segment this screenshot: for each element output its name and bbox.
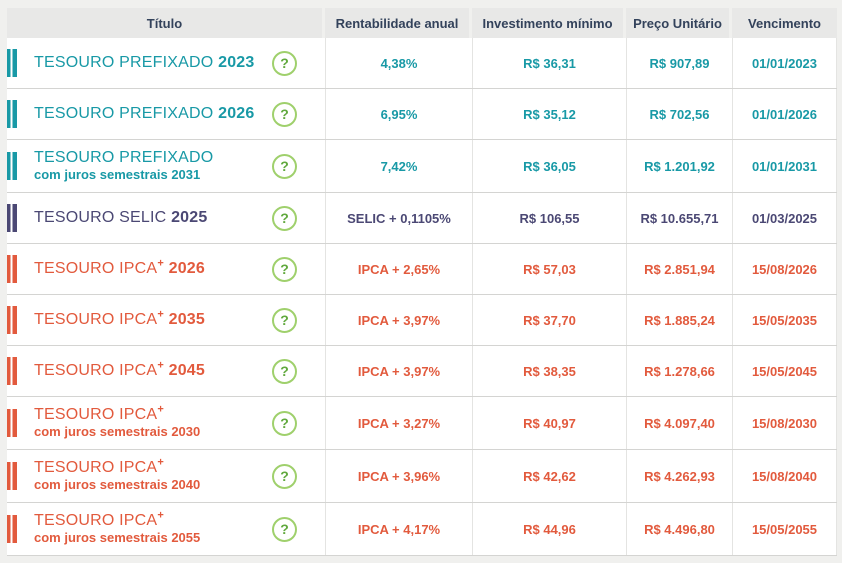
bond-color-bar — [7, 100, 17, 128]
help-icon[interactable]: ? — [272, 308, 297, 333]
annual-rate-value: 4,38% — [325, 38, 472, 88]
bond-color-bar — [7, 49, 17, 77]
header-rentabilidade-anual: Rentabilidade anual — [325, 8, 472, 38]
title-cell: TESOURO IPCA+ com juros semestrais 2040 … — [7, 450, 325, 502]
bond-title: TESOURO IPCA+ 2045 — [34, 362, 205, 380]
bond-title: TESOURO PREFIXADO com juros semestrais 2… — [34, 149, 213, 182]
annual-rate-value: IPCA + 3,97% — [325, 295, 472, 345]
min-investment-value: R$ 38,35 — [472, 346, 626, 396]
bond-color-bar — [7, 515, 17, 543]
maturity-date-value: 01/01/2031 — [732, 140, 837, 192]
table-row[interactable]: TESOURO PREFIXADO 2023 ? 4,38% R$ 36,31 … — [7, 38, 837, 89]
bond-title: TESOURO IPCA+ 2035 — [34, 311, 205, 329]
bond-title: TESOURO IPCA+ 2026 — [34, 260, 205, 278]
header-vencimento: Vencimento — [732, 8, 837, 38]
help-icon[interactable]: ? — [272, 517, 297, 542]
unit-price-value: R$ 10.655,71 — [626, 193, 732, 243]
unit-price-value: R$ 1.278,66 — [626, 346, 732, 396]
header-titulo: Título — [7, 8, 325, 38]
title-cell: TESOURO PREFIXADO com juros semestrais 2… — [7, 140, 325, 192]
bond-title: TESOURO PREFIXADO 2026 — [34, 105, 255, 123]
table-row[interactable]: TESOURO PREFIXADO com juros semestrais 2… — [7, 140, 837, 193]
bond-color-bar — [7, 462, 17, 490]
bond-color-bar — [7, 409, 17, 437]
table-row[interactable]: TESOURO IPCA+ com juros semestrais 2030 … — [7, 397, 837, 450]
unit-price-value: R$ 702,56 — [626, 89, 732, 139]
title-cell: TESOURO IPCA+ com juros semestrais 2055 … — [7, 503, 325, 555]
bond-color-bar — [7, 255, 17, 283]
annual-rate-value: IPCA + 3,27% — [325, 397, 472, 449]
bond-title: TESOURO SELIC 2025 — [34, 209, 207, 227]
min-investment-value: R$ 37,70 — [472, 295, 626, 345]
bond-title: TESOURO IPCA+ com juros semestrais 2040 — [34, 459, 200, 492]
maturity-date-value: 15/08/2030 — [732, 397, 837, 449]
bond-color-bar — [7, 357, 17, 385]
min-investment-value: R$ 35,12 — [472, 89, 626, 139]
unit-price-value: R$ 907,89 — [626, 38, 732, 88]
title-cell: TESOURO IPCA+ 2026 ? — [7, 244, 325, 294]
maturity-date-value: 15/05/2045 — [732, 346, 837, 396]
table-header: Título Rentabilidade anual Investimento … — [7, 8, 837, 38]
annual-rate-value: SELIC + 0,1105% — [325, 193, 472, 243]
help-icon[interactable]: ? — [272, 411, 297, 436]
title-cell: TESOURO IPCA+ 2035 ? — [7, 295, 325, 345]
bond-color-bar — [7, 306, 17, 334]
min-investment-value: R$ 42,62 — [472, 450, 626, 502]
unit-price-value: R$ 1.885,24 — [626, 295, 732, 345]
title-cell: TESOURO IPCA+ 2045 ? — [7, 346, 325, 396]
table-row[interactable]: TESOURO IPCA+ 2045 ? IPCA + 3,97% R$ 38,… — [7, 346, 837, 397]
min-investment-value: R$ 106,55 — [472, 193, 626, 243]
maturity-date-value: 01/01/2026 — [732, 89, 837, 139]
unit-price-value: R$ 4.097,40 — [626, 397, 732, 449]
min-investment-value: R$ 44,96 — [472, 503, 626, 555]
help-icon[interactable]: ? — [272, 102, 297, 127]
maturity-date-value: 01/01/2023 — [732, 38, 837, 88]
table-body: TESOURO PREFIXADO 2023 ? 4,38% R$ 36,31 … — [7, 38, 837, 556]
title-cell: TESOURO PREFIXADO 2023 ? — [7, 38, 325, 88]
maturity-date-value: 15/05/2035 — [732, 295, 837, 345]
maturity-date-value: 15/05/2055 — [732, 503, 837, 555]
help-icon[interactable]: ? — [272, 51, 297, 76]
help-icon[interactable]: ? — [272, 359, 297, 384]
bond-title: TESOURO IPCA+ com juros semestrais 2055 — [34, 512, 200, 545]
annual-rate-value: 7,42% — [325, 140, 472, 192]
help-icon[interactable]: ? — [272, 257, 297, 282]
annual-rate-value: 6,95% — [325, 89, 472, 139]
bond-title: TESOURO IPCA+ com juros semestrais 2030 — [34, 406, 200, 439]
table-row[interactable]: TESOURO SELIC 2025 ? SELIC + 0,1105% R$ … — [7, 193, 837, 244]
annual-rate-value: IPCA + 4,17% — [325, 503, 472, 555]
maturity-date-value: 01/03/2025 — [732, 193, 837, 243]
annual-rate-value: IPCA + 2,65% — [325, 244, 472, 294]
unit-price-value: R$ 2.851,94 — [626, 244, 732, 294]
unit-price-value: R$ 4.262,93 — [626, 450, 732, 502]
header-preco-unitario: Preço Unitário — [626, 8, 732, 38]
help-icon[interactable]: ? — [272, 154, 297, 179]
annual-rate-value: IPCA + 3,96% — [325, 450, 472, 502]
table-row[interactable]: TESOURO PREFIXADO 2026 ? 6,95% R$ 35,12 … — [7, 89, 837, 140]
help-icon[interactable]: ? — [272, 206, 297, 231]
unit-price-value: R$ 1.201,92 — [626, 140, 732, 192]
header-investimento-minimo: Investimento mínimo — [472, 8, 626, 38]
table-row[interactable]: TESOURO IPCA+ 2026 ? IPCA + 2,65% R$ 57,… — [7, 244, 837, 295]
table-row[interactable]: TESOURO IPCA+ 2035 ? IPCA + 3,97% R$ 37,… — [7, 295, 837, 346]
min-investment-value: R$ 36,05 — [472, 140, 626, 192]
bond-table: Título Rentabilidade anual Investimento … — [7, 8, 837, 556]
unit-price-value: R$ 4.496,80 — [626, 503, 732, 555]
bond-color-bar — [7, 204, 17, 232]
maturity-date-value: 15/08/2026 — [732, 244, 837, 294]
title-cell: TESOURO IPCA+ com juros semestrais 2030 … — [7, 397, 325, 449]
min-investment-value: R$ 40,97 — [472, 397, 626, 449]
help-icon[interactable]: ? — [272, 464, 297, 489]
title-cell: TESOURO PREFIXADO 2026 ? — [7, 89, 325, 139]
min-investment-value: R$ 57,03 — [472, 244, 626, 294]
table-row[interactable]: TESOURO IPCA+ com juros semestrais 2040 … — [7, 450, 837, 503]
title-cell: TESOURO SELIC 2025 ? — [7, 193, 325, 243]
min-investment-value: R$ 36,31 — [472, 38, 626, 88]
table-row[interactable]: TESOURO IPCA+ com juros semestrais 2055 … — [7, 503, 837, 556]
bond-title: TESOURO PREFIXADO 2023 — [34, 54, 255, 72]
annual-rate-value: IPCA + 3,97% — [325, 346, 472, 396]
maturity-date-value: 15/08/2040 — [732, 450, 837, 502]
bond-color-bar — [7, 152, 17, 180]
